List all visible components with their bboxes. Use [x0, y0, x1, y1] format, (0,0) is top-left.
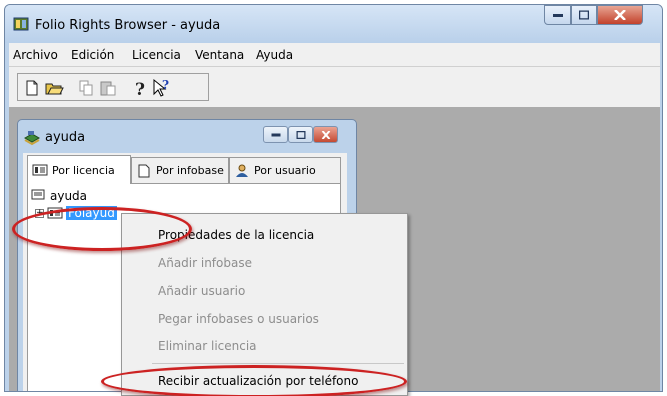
- minimize-icon: [552, 14, 563, 17]
- tab-por-usuario[interactable]: Por usuario: [229, 157, 341, 183]
- close-button[interactable]: [597, 5, 643, 25]
- open-icon[interactable]: [44, 78, 64, 98]
- menu-item-anadir-usuario: Añadir usuario: [158, 284, 246, 298]
- tree-root-label: ayuda: [50, 189, 88, 203]
- license-icon: [47, 207, 63, 219]
- menu-item-propiedades[interactable]: Propiedades de la licencia: [158, 228, 314, 242]
- tree-item-label[interactable]: Folayud: [66, 206, 117, 220]
- maximize-button[interactable]: [571, 5, 597, 25]
- child-window-title: ayuda: [45, 130, 86, 145]
- menu-item-anadir-infobase: Añadir infobase: [158, 256, 252, 270]
- close-icon: [614, 10, 626, 20]
- menu-item-eliminar-licencia: Eliminar licencia: [158, 339, 257, 353]
- close-icon: [321, 130, 330, 139]
- menu-edicion[interactable]: Edición: [71, 48, 114, 62]
- child-minimize-button[interactable]: [263, 126, 288, 143]
- svg-text:?: ?: [162, 78, 169, 92]
- context-menu: Propiedades de la licencia Añadir infoba…: [121, 213, 408, 396]
- paste-icon[interactable]: [98, 78, 118, 98]
- expand-toggle[interactable]: +: [35, 208, 44, 218]
- books-icon: [23, 131, 41, 146]
- tab-por-licencia[interactable]: Por licencia: [27, 155, 131, 184]
- toolbar: ? ?: [9, 67, 660, 107]
- minimize-icon: [271, 133, 280, 136]
- copy-icon[interactable]: [76, 78, 96, 98]
- document-icon: [138, 164, 150, 177]
- maximize-icon: [579, 10, 589, 20]
- help-icon[interactable]: ?: [130, 78, 150, 98]
- tab-por-infobase[interactable]: Por infobase: [131, 157, 229, 183]
- minimize-button[interactable]: [544, 5, 571, 25]
- tree-item-folayud[interactable]: + Folayud: [35, 206, 117, 220]
- child-close-button[interactable]: [313, 126, 338, 143]
- svg-text:?: ?: [135, 80, 145, 98]
- window-title: Folio Rights Browser - ayuda: [35, 18, 221, 33]
- tab-label: Por infobase: [156, 164, 224, 177]
- user-icon: [236, 164, 248, 177]
- tree-root-item[interactable]: ayuda: [31, 189, 87, 203]
- menu-bar: Archivo Edición Licencia Ventana Ayuda: [9, 43, 660, 67]
- menu-separator: [152, 363, 404, 364]
- menu-archivo[interactable]: Archivo: [13, 48, 58, 62]
- tab-label: Por usuario: [254, 164, 316, 177]
- folio-app-icon: [13, 17, 29, 31]
- books-icon: [31, 189, 45, 200]
- title-bar[interactable]: Folio Rights Browser - ayuda: [5, 5, 662, 43]
- menu-item-recibir-actualizacion[interactable]: Recibir actualización por teléfono: [158, 374, 358, 388]
- menu-ventana[interactable]: Ventana: [195, 48, 244, 62]
- child-maximize-button[interactable]: [288, 126, 313, 143]
- menu-item-pegar: Pegar infobases o usuarios: [158, 312, 319, 326]
- menu-ayuda[interactable]: Ayuda: [256, 48, 293, 62]
- new-icon[interactable]: [22, 78, 42, 98]
- toolbar-panel: ? ?: [17, 73, 209, 101]
- maximize-icon: [296, 130, 305, 139]
- menu-licencia[interactable]: Licencia: [132, 48, 181, 62]
- context-help-icon[interactable]: ?: [152, 78, 172, 98]
- license-icon: [32, 164, 48, 176]
- tab-label: Por licencia: [52, 163, 115, 177]
